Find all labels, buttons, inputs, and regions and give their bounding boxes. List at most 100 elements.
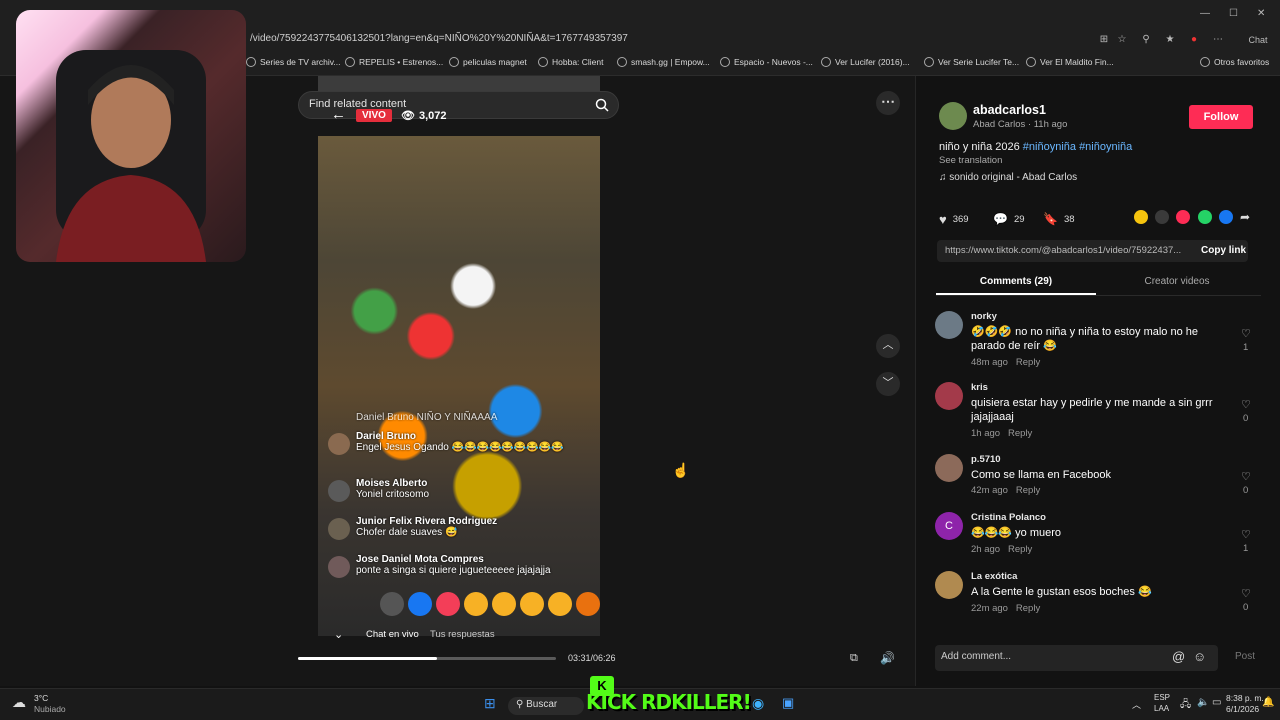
avatar[interactable]	[939, 102, 967, 130]
haha-reaction-icon[interactable]	[492, 592, 516, 616]
mention-icon[interactable]: @	[1172, 649, 1185, 664]
comment-user[interactable]: kris	[971, 382, 988, 393]
heart-icon[interactable]: ♡	[1241, 470, 1251, 483]
comment-stat[interactable]: 💬 29	[993, 212, 1025, 226]
emoji-icon[interactable]: ☺	[1193, 649, 1206, 664]
like-stat[interactable]: ♥ 369	[939, 212, 969, 227]
copilot-chat-button[interactable]: Chat	[1232, 34, 1272, 46]
reply-button[interactable]: Reply	[1016, 357, 1040, 368]
minimize-icon[interactable]: —	[1200, 8, 1210, 19]
taskbar-search[interactable]: ⚲ Buscar	[508, 697, 584, 715]
clock-date[interactable]: 6/1/2026	[1226, 704, 1259, 714]
chevron-down-icon[interactable]: ⌄	[334, 628, 343, 641]
star-icon[interactable]: ☆	[1116, 34, 1128, 46]
apps-icon[interactable]: ⊞	[1098, 34, 1110, 46]
avatar[interactable]	[935, 454, 963, 482]
reply-button[interactable]: Reply	[1008, 428, 1032, 439]
url-text[interactable]: /video/7592243775406132501?lang=en&q=NIÑ…	[250, 33, 628, 44]
back-arrow-icon[interactable]: ←	[331, 106, 346, 123]
bookmark-item[interactable]: Ver El Maldito Fin...	[1026, 57, 1114, 67]
coin-icon[interactable]	[1134, 210, 1148, 224]
pip-icon[interactable]: ⧉	[850, 652, 858, 665]
send-icon[interactable]	[1176, 210, 1190, 224]
heart-icon[interactable]: ♡	[1241, 587, 1251, 600]
sad-reaction-icon[interactable]	[548, 592, 572, 616]
extension-icon[interactable]: ⚲	[1140, 34, 1152, 46]
bookmark-item[interactable]: Ver Serie Lucifer Te...	[924, 57, 1019, 67]
embed-icon[interactable]	[1155, 210, 1169, 224]
whatsapp-icon[interactable]	[1198, 210, 1212, 224]
avatar[interactable]	[935, 382, 963, 410]
other-favorites[interactable]: Otros favoritos	[1200, 57, 1269, 67]
care-reaction-icon[interactable]	[464, 592, 488, 616]
bookmark-item[interactable]: REPELIS • Estrenos...	[345, 57, 443, 67]
store-icon[interactable]: ▣	[782, 695, 794, 711]
video-link[interactable]: https://www.tiktok.com/@abadcarlos1/vide…	[945, 245, 1181, 256]
avatar[interactable]	[935, 311, 963, 339]
bookmark-item[interactable]: peliculas magnet	[449, 57, 527, 67]
lang-primary[interactable]: ESP	[1154, 693, 1170, 702]
next-video-button[interactable]: ﹀	[876, 372, 900, 396]
close-icon[interactable]: ✕	[1257, 8, 1265, 19]
like-reaction-icon[interactable]	[408, 592, 432, 616]
chevron-up-icon[interactable]: ︿	[1132, 698, 1141, 711]
see-translation-link[interactable]: See translation	[939, 155, 1002, 166]
battery-icon[interactable]: ▭	[1212, 697, 1221, 708]
reply-button[interactable]: Reply	[1016, 603, 1040, 614]
save-stat[interactable]: 🔖 38	[1043, 212, 1075, 226]
sticker-icon[interactable]	[380, 592, 404, 616]
notification-icon[interactable]: 🔔	[1262, 697, 1274, 708]
menu-dots-icon[interactable]: ⋯	[1212, 34, 1224, 46]
copy-link-button[interactable]: Copy link	[1201, 245, 1246, 256]
tab-creator-videos[interactable]: Creator videos	[1097, 276, 1257, 287]
edge-icon[interactable]: ◉	[752, 695, 764, 712]
clock-time[interactable]: 8:38 p. m.	[1226, 693, 1264, 703]
avatar[interactable]	[935, 571, 963, 599]
comment-input[interactable]: Add comment...	[941, 651, 1011, 662]
author-name[interactable]: abadcarlos1	[973, 103, 1046, 117]
angry-reaction-icon[interactable]	[576, 592, 600, 616]
wow-reaction-icon[interactable]	[520, 592, 544, 616]
heart-icon[interactable]: ♡	[1241, 398, 1251, 411]
search-bar[interactable]: Find related content	[298, 91, 619, 119]
heart-icon[interactable]: ♡	[1241, 327, 1251, 340]
sound-link[interactable]: ♫ sonido original - Abad Carlos	[939, 172, 1077, 183]
weather-icon[interactable]: ☁	[12, 694, 26, 711]
bookmark-item[interactable]: Ver Lucifer (2016)...	[821, 57, 910, 67]
reply-button[interactable]: Reply	[1016, 485, 1040, 496]
comment-user[interactable]: La exótica	[971, 571, 1017, 582]
more-options-button[interactable]: ⋯	[876, 91, 900, 115]
love-reaction-icon[interactable]	[436, 592, 460, 616]
maximize-icon[interactable]: ☐	[1229, 8, 1238, 19]
facebook-icon[interactable]	[1219, 210, 1233, 224]
globe-icon	[924, 57, 934, 67]
post-button[interactable]: Post	[1235, 651, 1255, 662]
avatar[interactable]: C	[935, 512, 963, 540]
tab-your-replies[interactable]: Tus respuestas	[430, 629, 495, 640]
bookmark-item[interactable]: Series de TV archiv...	[246, 57, 340, 67]
comment-count: 29	[1013, 213, 1025, 225]
windows-start-icon[interactable]: ⊞	[484, 695, 496, 712]
tab-comments[interactable]: Comments (29)	[936, 276, 1096, 287]
network-icon[interactable]: 🖧	[1180, 697, 1191, 714]
speaker-icon[interactable]: 🔈	[1197, 697, 1209, 708]
bookmark-item[interactable]: Espacio - Nuevos -...	[720, 57, 813, 67]
reply-button[interactable]: Reply	[1008, 544, 1032, 555]
tab-live-chat[interactable]: Chat en vivo	[366, 629, 419, 640]
volume-icon[interactable]: 🔊	[880, 651, 895, 665]
comment-user[interactable]: p.5710	[971, 454, 1001, 465]
lang-secondary[interactable]: LAA	[1154, 704, 1169, 713]
comment-user[interactable]: Cristina Polanco	[971, 512, 1046, 523]
bookmark-item[interactable]: Hobba: Client	[538, 57, 604, 67]
heart-icon[interactable]: ♡	[1241, 528, 1251, 541]
profile-icon[interactable]: ●	[1188, 34, 1200, 46]
hashtags[interactable]: #niñoyniña #niñoyniña	[1023, 141, 1132, 153]
follow-button[interactable]: Follow	[1189, 105, 1253, 129]
search-icon[interactable]	[594, 97, 610, 113]
chat-text: Chofer dale suaves 😅	[356, 527, 458, 538]
previous-video-button[interactable]: ︿	[876, 334, 900, 358]
share-arrow-icon[interactable]: ➦	[1240, 210, 1254, 224]
bookmark-item[interactable]: smash.gg | Empow...	[617, 57, 710, 67]
comment-user[interactable]: norky	[971, 311, 997, 322]
favorites-icon[interactable]: ★	[1164, 34, 1176, 46]
